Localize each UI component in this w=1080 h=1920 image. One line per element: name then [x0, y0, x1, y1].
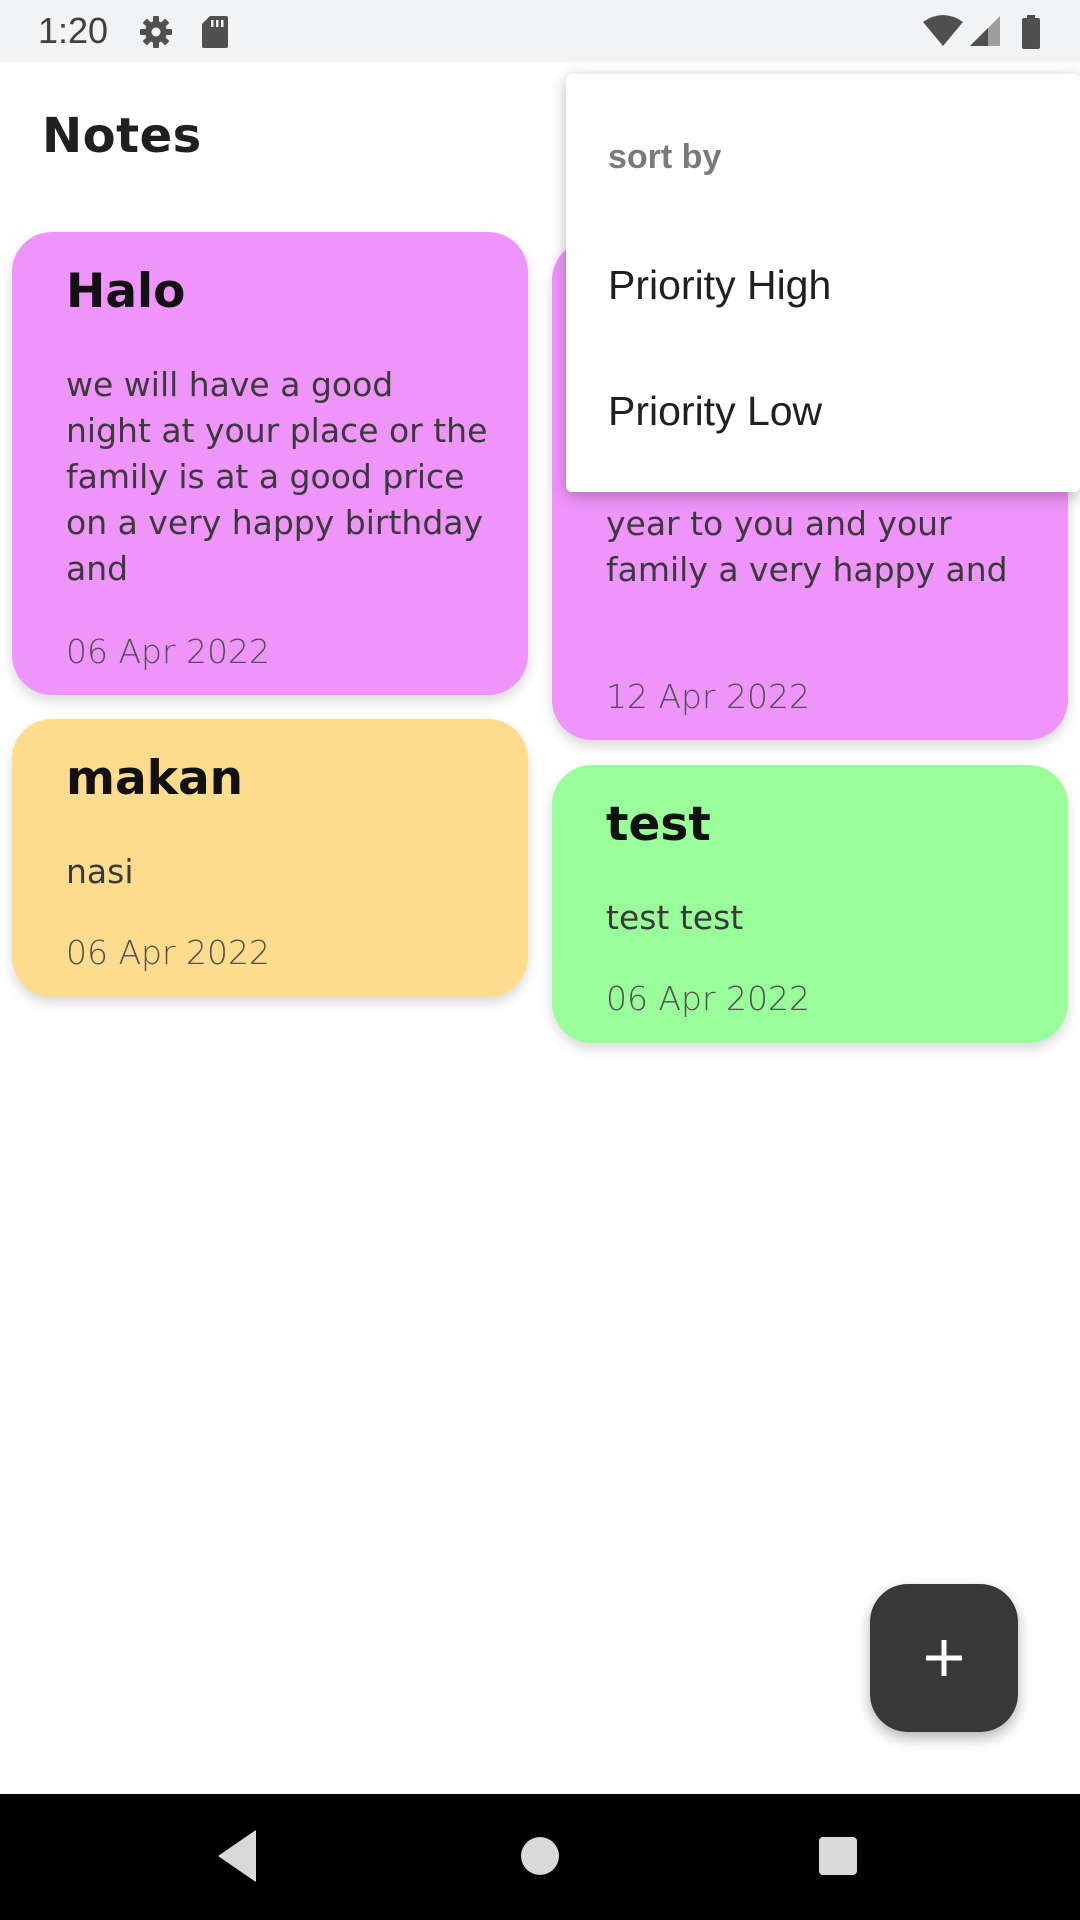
sort-menu: sort by Priority High Priority Low	[566, 74, 1080, 492]
note-card[interactable]: makan nasi 06 Apr 2022	[12, 719, 528, 997]
page-title: Notes	[42, 108, 202, 164]
status-bar: 1:20	[0, 0, 1080, 62]
add-note-button[interactable]	[870, 1584, 1018, 1732]
note-date: 06 Apr 2022	[66, 632, 271, 671]
note-body: year to you and your family a very happy…	[606, 504, 1008, 589]
note-date: 12 Apr 2022	[606, 677, 811, 716]
note-card[interactable]: test test test 06 Apr 2022	[552, 765, 1068, 1043]
signal-icon	[970, 16, 1000, 46]
note-title: Halo	[66, 264, 186, 319]
home-icon[interactable]	[518, 1824, 562, 1888]
battery-icon	[1022, 15, 1040, 49]
note-date: 06 Apr 2022	[606, 979, 811, 1018]
plus-icon	[926, 1640, 962, 1676]
status-time: 1:20	[38, 10, 109, 51]
sort-priority-low[interactable]: Priority Low	[608, 388, 822, 435]
note-title: test	[606, 797, 711, 852]
wifi-icon	[923, 15, 963, 46]
settings-icon	[140, 16, 172, 48]
note-card[interactable]: Halo we will have a good night at your p…	[12, 232, 528, 695]
note-body: we will have a good night at your place …	[66, 365, 488, 588]
back-icon[interactable]	[214, 1824, 260, 1888]
note-title: makan	[66, 751, 244, 806]
navigation-bar	[0, 1794, 1080, 1920]
recents-icon[interactable]	[816, 1824, 860, 1888]
note-date: 06 Apr 2022	[66, 933, 271, 972]
sort-priority-high[interactable]: Priority High	[608, 262, 831, 309]
note-body: nasi	[66, 852, 134, 891]
note-body: test test	[606, 898, 744, 937]
sort-menu-header: sort by	[608, 138, 722, 176]
sd-card-icon	[202, 16, 228, 48]
